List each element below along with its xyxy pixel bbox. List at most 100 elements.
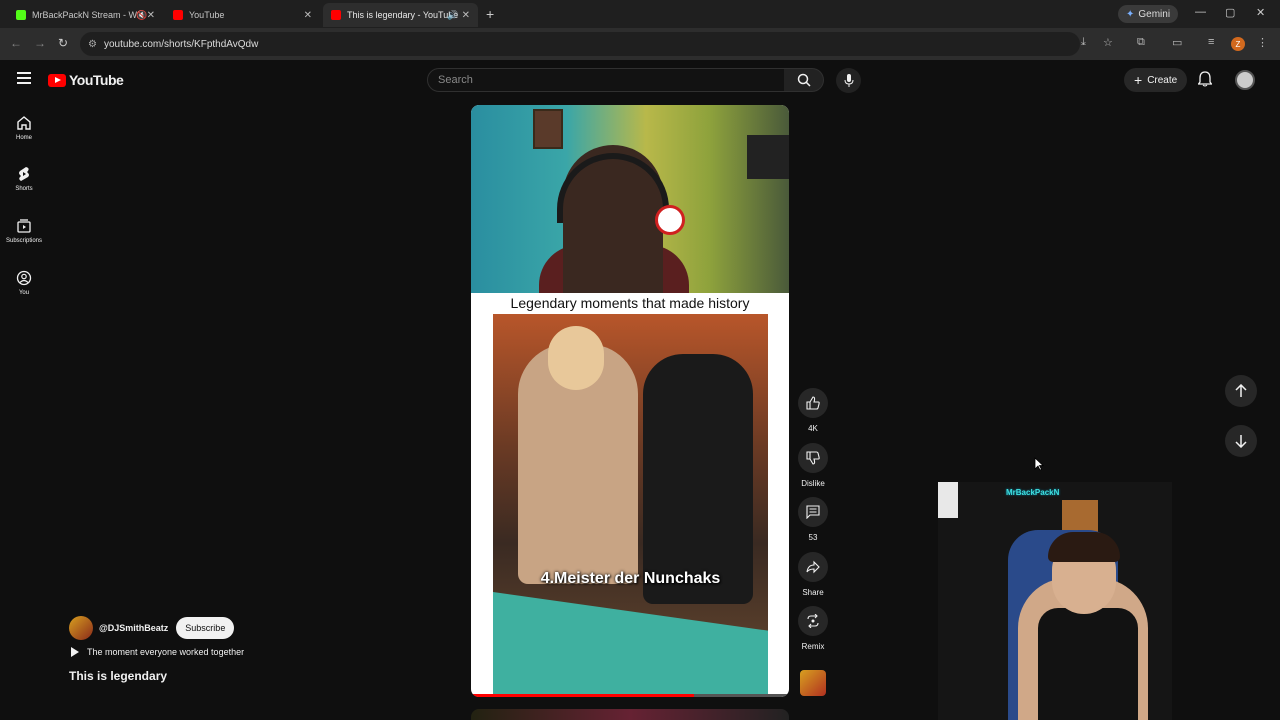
- search-input[interactable]: Search: [427, 68, 785, 92]
- account-avatar[interactable]: [1235, 70, 1255, 90]
- description-row[interactable]: The moment everyone worked together: [69, 647, 244, 657]
- muted-speaker-icon[interactable]: 🔇: [136, 10, 147, 21]
- share-label: Share: [802, 588, 824, 597]
- plus-icon: +: [1134, 72, 1143, 88]
- arrow-up-icon: [1235, 384, 1247, 397]
- dislike-label: Dislike: [801, 479, 825, 488]
- youtube-favicon-icon: [331, 10, 341, 20]
- search-icon: [797, 73, 811, 87]
- youtube-header: YouTube Search + Create: [0, 60, 1280, 100]
- voice-search-button[interactable]: [836, 68, 861, 93]
- sidebar-item-label: Shorts: [15, 186, 33, 192]
- arrow-down-icon: [1235, 435, 1247, 448]
- forward-icon[interactable]: →: [34, 36, 46, 50]
- like-count: 4K: [808, 424, 818, 433]
- remix-button[interactable]: Remix: [797, 606, 829, 651]
- microphone-icon: [844, 73, 853, 87]
- sidebar-item-shorts[interactable]: Shorts: [0, 166, 48, 192]
- url-text: youtube.com/shorts/KFpthdAvQdw: [104, 38, 259, 50]
- browser-profile-avatar[interactable]: Z: [1231, 37, 1245, 51]
- streamer-webcam-overlay: MrBackPackN: [938, 482, 1172, 720]
- create-label: Create: [1147, 74, 1178, 86]
- sidebar-item-label: Home: [15, 135, 32, 141]
- sidebar-item-label: You: [18, 290, 30, 296]
- youtube-logo[interactable]: YouTube: [48, 72, 124, 88]
- tab-youtube[interactable]: YouTube ✕: [165, 3, 320, 27]
- reload-icon[interactable]: ↻: [58, 36, 68, 50]
- webcam-name-tag: MrBackPackN: [1006, 488, 1060, 497]
- short-title: This is legendary: [69, 669, 168, 683]
- tab-title: YouTube: [189, 10, 225, 20]
- share-arrow-icon: [806, 560, 820, 574]
- sidebar-item-label: Subscriptions: [5, 238, 43, 244]
- url-field[interactable]: ⚙ youtube.com/shorts/KFpthdAvQdw: [80, 32, 1080, 56]
- side-panel-icon[interactable]: ▭: [1172, 36, 1182, 49]
- channel-avatar-thumb[interactable]: [800, 670, 826, 696]
- close-tab-icon[interactable]: ✕: [147, 10, 155, 21]
- ping-pong-table: [493, 592, 768, 696]
- notifications-bell-icon[interactable]: [1197, 71, 1213, 92]
- comments-count: 53: [808, 533, 818, 542]
- gemini-button[interactable]: ✦ Gemini: [1118, 5, 1179, 23]
- browser-tab-strip: MrBackPackN Stream - Wa 🔇 ✕ YouTube ✕ Th…: [0, 0, 1280, 28]
- thumbs-up-icon: [806, 396, 820, 410]
- channel-handle[interactable]: @DJSmithBeatz: [99, 623, 168, 633]
- window-close-icon[interactable]: ✕: [1256, 6, 1265, 19]
- tab-kick-stream[interactable]: MrBackPackN Stream - Wa 🔇 ✕: [8, 3, 163, 27]
- youtube-play-logo-icon: [48, 73, 66, 87]
- sidebar-item-home[interactable]: Home: [0, 115, 48, 141]
- minimize-icon[interactable]: —: [1195, 6, 1206, 18]
- gemini-label: Gemini: [1138, 8, 1171, 20]
- tiktok-logo-icon: [655, 205, 685, 235]
- play-icon: [71, 647, 79, 657]
- channel-avatar[interactable]: [69, 616, 93, 640]
- media-controls-icon[interactable]: ≡: [1208, 36, 1214, 48]
- tab-this-is-legendary[interactable]: This is legendary - YouTube 🔊 ✕: [323, 3, 478, 27]
- tab-title: MrBackPackN Stream - Wa: [32, 10, 142, 20]
- video-progress-bar[interactable]: [471, 694, 789, 697]
- video-caption: Legendary moments that made history: [471, 293, 789, 313]
- like-button[interactable]: 4K: [797, 388, 829, 433]
- next-short-button[interactable]: [1225, 425, 1257, 457]
- subscribe-button[interactable]: Subscribe: [176, 617, 235, 639]
- site-info-icon[interactable]: ⚙: [88, 39, 97, 50]
- shorts-icon: [19, 167, 29, 181]
- sidebar-item-subscriptions[interactable]: Subscriptions: [0, 218, 48, 244]
- maximize-icon[interactable]: ▢: [1225, 6, 1235, 19]
- speaker-icon[interactable]: 🔊: [447, 10, 458, 21]
- gemini-sparkle-icon: ✦: [1126, 8, 1135, 20]
- bookmark-star-icon[interactable]: ☆: [1103, 36, 1113, 49]
- close-tab-icon[interactable]: ✕: [304, 10, 312, 21]
- home-icon: [17, 116, 31, 130]
- youtube-logo-text: YouTube: [69, 72, 124, 88]
- tab-title: This is legendary - YouTube: [347, 10, 459, 20]
- close-tab-icon[interactable]: ✕: [462, 10, 470, 21]
- next-short-peek: [471, 709, 789, 720]
- video-frame-clip: 4.Meister der Nunchaks: [493, 314, 768, 696]
- new-tab-button[interactable]: +: [486, 6, 494, 22]
- install-app-icon[interactable]: ⤓: [1081, 36, 1086, 49]
- back-icon[interactable]: ←: [10, 36, 22, 50]
- wall-painting: [533, 109, 563, 149]
- video-frame-reactor: [471, 105, 789, 293]
- extensions-icon[interactable]: ⧉: [1137, 36, 1145, 49]
- mouse-cursor-icon: [1034, 457, 1045, 476]
- man-in-black: [643, 354, 753, 604]
- sidebar-item-you[interactable]: You: [0, 270, 48, 296]
- streamer-tank-top: [1038, 608, 1138, 720]
- remix-icon: [807, 614, 819, 628]
- shorts-video-player[interactable]: Legendary moments that made history 4.Me…: [471, 105, 789, 697]
- progress-fill: [471, 694, 694, 697]
- hamburger-menu-icon[interactable]: [17, 72, 31, 84]
- create-button[interactable]: + Create: [1124, 68, 1188, 92]
- browser-menu-icon[interactable]: ⋮: [1257, 36, 1268, 49]
- previous-short-button[interactable]: [1225, 375, 1257, 407]
- tiger-poster: [1062, 500, 1098, 534]
- dislike-button[interactable]: Dislike: [797, 443, 829, 488]
- address-bar-row: ← → ↻ ⚙ youtube.com/shorts/KFpthdAvQdw ⤓…: [0, 28, 1280, 60]
- you-icon: [16, 270, 32, 286]
- comment-icon: [806, 505, 820, 519]
- share-button[interactable]: Share: [797, 552, 829, 597]
- search-button[interactable]: [784, 68, 824, 92]
- comments-button[interactable]: 53: [797, 497, 829, 542]
